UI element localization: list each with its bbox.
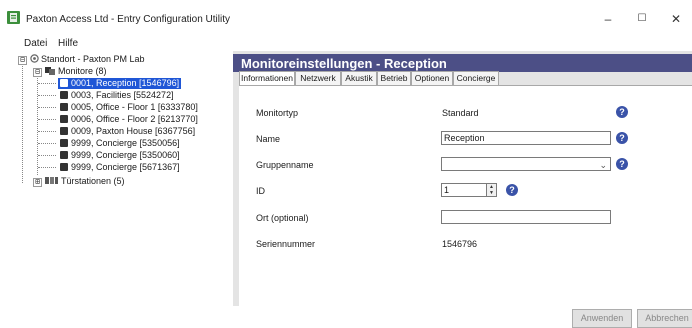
tree-node-label: 0005, Office - Floor 1 [6333780] [71,102,198,112]
informationen-tab-content: Monitortyp Standard ? Name ? Gruppenname… [239,85,692,328]
title-bar: Paxton Access Ltd - Entry Configuration … [0,0,692,36]
menu-hilfe[interactable]: Hilfe [58,38,78,49]
tree-node-label: 9999, Concierge [5671367] [71,162,180,172]
tree-node-label: Standort - Paxton PM Lab [41,54,145,64]
menu-datei[interactable]: Datei [24,38,47,49]
tree-node-monitor[interactable]: 0003, Facilities [5524272] [60,90,174,101]
tree-node-label: Monitore (8) [58,66,107,76]
tab-netzwerk[interactable]: Netzwerk [295,71,341,85]
site-icon [30,54,39,63]
settings-panel: Monitoreinstellungen - Reception Informa… [233,51,692,328]
monitor-icon [60,115,68,123]
tree-node-monitor[interactable]: 9999, Concierge [5671367] [60,162,180,173]
monitor-icon [60,151,68,159]
tree-line [38,83,56,84]
door-station-icon [45,177,58,184]
id-label: ID [256,186,265,196]
name-label: Name [256,134,281,144]
tree-node-monitor[interactable]: 9999, Concierge [5350060] [60,150,180,161]
gruppenname-dropdown[interactable]: ⌄ [441,157,611,171]
name-field[interactable] [441,131,611,145]
chevron-down-icon: ⌄ [599,160,607,170]
panel-title: Monitoreinstellungen - Reception [241,56,447,71]
tab-informationen[interactable]: Informationen [239,71,295,86]
tree-node-monitor[interactable]: 0009, Paxton House [6367756] [60,126,195,137]
id-field[interactable] [441,183,487,197]
monitortyp-label: Monitortyp [256,108,299,118]
expand-monitore-toggle[interactable]: ⊟ [33,68,42,77]
seriennummer-value: 1546796 [442,239,478,249]
monitor-icon [60,163,68,171]
help-icon[interactable]: ? [616,132,628,144]
monitor-icon [60,139,68,147]
tree-node-label: 0003, Facilities [5524272] [71,90,174,100]
tree-node-label: 0009, Paxton House [6367756] [71,126,196,136]
monitortyp-value: Standard [442,108,479,118]
tab-betrieb[interactable]: Betrieb [377,71,411,85]
tree-line [38,95,56,96]
ort-field[interactable] [441,210,611,224]
monitors-group-icon [45,67,55,75]
close-button[interactable]: ✕ [664,10,688,28]
tree-line [38,119,56,120]
monitor-icon [60,127,68,135]
help-icon[interactable]: ? [616,106,628,118]
seriennummer-label: Seriennummer [256,239,316,249]
tree-node-label: 0001, Reception [1546796] [71,78,180,88]
window-title: Paxton Access Ltd - Entry Configuration … [26,14,230,25]
tree-node-tuerstationen[interactable]: Türstationen (5) [45,176,125,187]
tree-node-monitor[interactable]: 0006, Office - Floor 2 [6213770] [60,114,198,125]
tree-line [37,75,38,175]
tree-line [38,167,56,168]
tree-node-label: 9999, Concierge [5350056] [71,138,180,148]
panel-header: Monitoreinstellungen - Reception [233,54,692,72]
expand-tuerstationen-toggle[interactable]: ⊞ [33,178,42,187]
tab-akustik[interactable]: Akustik [341,71,377,85]
tree-node-monitore[interactable]: Monitore (8) [45,66,107,77]
minimize-button[interactable]: – [596,10,620,28]
monitor-icon [60,103,68,111]
tree-node-site[interactable]: Standort - Paxton PM Lab [30,54,145,65]
monitor-icon [60,79,68,87]
tab-optionen[interactable]: Optionen [411,71,453,85]
site-tree: ⊟ Standort - Paxton PM Lab ⊟ Monitore (8… [17,54,227,289]
tab-concierge[interactable]: Concierge [453,71,499,85]
tree-line [38,131,56,132]
spin-down-icon[interactable]: ▼ [487,190,496,196]
tree-line [22,63,23,183]
ort-label: Ort (optional) [256,213,309,223]
maximize-button[interactable]: ☐ [630,10,654,28]
tree-node-label: Türstationen (5) [61,176,125,186]
cancel-button[interactable]: Abbrechen [637,309,692,328]
tree-node-monitor[interactable]: 9999, Concierge [5350056] [60,138,180,149]
tree-line [38,107,56,108]
id-spinner[interactable]: ▲ ▼ [487,183,497,197]
menu-bar: Datei Hilfe [0,36,692,51]
tree-node-monitor[interactable]: 0005, Office - Floor 1 [6333780] [60,102,198,113]
tree-node-label: 9999, Concierge [5350060] [71,150,180,160]
expand-root-toggle[interactable]: ⊟ [18,56,27,65]
tree-line [38,143,56,144]
gruppenname-label: Gruppenname [256,160,314,170]
tree-node-monitor[interactable]: 0001, Reception [1546796] [58,78,182,89]
paxton-app-icon [7,11,20,24]
monitor-icon [60,91,68,99]
help-icon[interactable]: ? [616,158,628,170]
apply-button[interactable]: Anwenden [572,309,632,328]
tree-line [38,155,56,156]
help-icon[interactable]: ? [506,184,518,196]
tree-node-label: 0006, Office - Floor 2 [6213770] [71,114,198,124]
